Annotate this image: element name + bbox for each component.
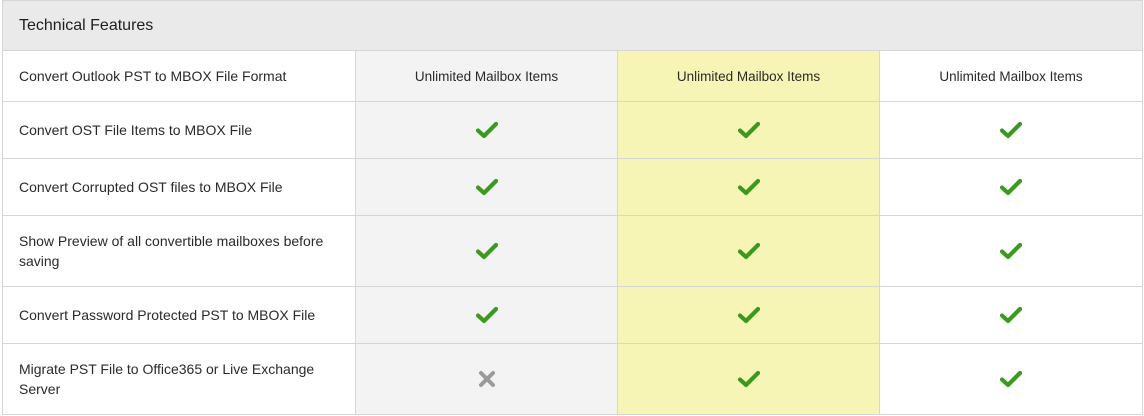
edition-three-cell: [880, 159, 1142, 215]
table-row: Migrate PST File to Office365 or Live Ex…: [3, 344, 1142, 415]
feature-label: Convert Corrupted OST files to MBOX File: [3, 159, 356, 215]
table-row: Convert Password Protected PST to MBOX F…: [3, 287, 1142, 344]
feature-label: Convert OST File Items to MBOX File: [3, 102, 356, 158]
edition-one-cell: [356, 216, 618, 286]
edition-one-cell: [356, 287, 618, 343]
edition-one-cell: [356, 102, 618, 158]
check-icon: [1000, 242, 1022, 260]
table-body: Convert Outlook PST to MBOX File Format U…: [3, 51, 1142, 415]
feature-comparison-table: Technical Features Convert Outlook PST t…: [2, 0, 1143, 415]
feature-value: Unlimited Mailbox Items: [676, 68, 821, 84]
table-row: Convert Outlook PST to MBOX File Format U…: [3, 51, 1142, 102]
edition-three-cell: [880, 216, 1142, 286]
cross-icon: [478, 370, 496, 388]
edition-two-cell: [618, 344, 880, 414]
edition-two-cell: [618, 287, 880, 343]
check-icon: [737, 178, 760, 196]
table-row: Convert Corrupted OST files to MBOX File: [3, 159, 1142, 216]
feature-label: Show Preview of all convertible mailboxe…: [3, 216, 356, 286]
edition-two-cell: [618, 159, 880, 215]
check-icon: [737, 121, 760, 139]
check-icon: [1000, 370, 1022, 388]
feature-value: Unlimited Mailbox Items: [939, 68, 1083, 84]
edition-one-cell: Unlimited Mailbox Items: [356, 51, 618, 101]
feature-label: Convert Outlook PST to MBOX File Format: [3, 51, 356, 101]
check-icon: [737, 306, 760, 324]
check-icon: [475, 306, 498, 324]
check-icon: [475, 178, 498, 196]
edition-three-cell: Unlimited Mailbox Items: [880, 51, 1142, 101]
table-row: Convert OST File Items to MBOX File: [3, 102, 1142, 159]
edition-two-cell: [618, 102, 880, 158]
edition-two-cell: [618, 216, 880, 286]
edition-three-cell: [880, 102, 1142, 158]
edition-three-cell: [880, 344, 1142, 414]
check-icon: [1000, 306, 1022, 324]
check-icon: [475, 121, 498, 139]
feature-label: Migrate PST File to Office365 or Live Ex…: [3, 344, 356, 414]
table-row: Show Preview of all convertible mailboxe…: [3, 216, 1142, 287]
check-icon: [475, 242, 498, 260]
edition-two-cell: Unlimited Mailbox Items: [618, 51, 880, 101]
table-header: Technical Features: [3, 0, 1142, 51]
edition-one-cell: [356, 159, 618, 215]
feature-value: Unlimited Mailbox Items: [414, 68, 559, 84]
check-icon: [1000, 121, 1022, 139]
feature-label: Convert Password Protected PST to MBOX F…: [3, 287, 356, 343]
edition-one-cell: [356, 344, 618, 414]
table-title: Technical Features: [19, 16, 154, 34]
check-icon: [1000, 178, 1022, 196]
check-icon: [737, 370, 760, 388]
check-icon: [737, 242, 760, 260]
edition-three-cell: [880, 287, 1142, 343]
